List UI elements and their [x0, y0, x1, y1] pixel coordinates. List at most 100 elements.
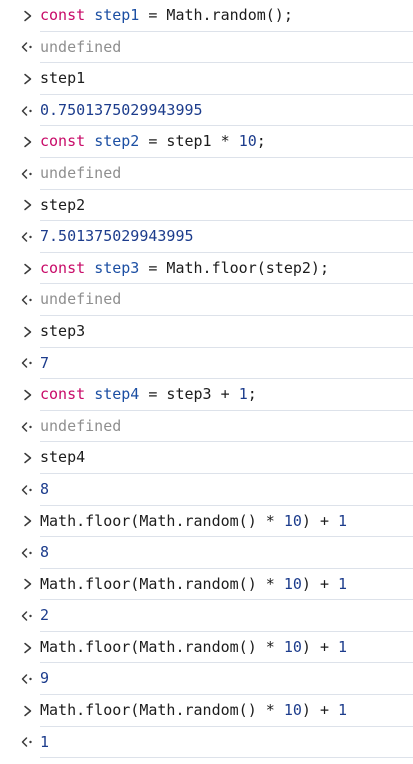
console-result: 0.7501375029943995	[40, 95, 203, 127]
console-command: Math.floor(Math.random() * 10) + 1	[40, 695, 347, 727]
console-command: step3	[40, 316, 85, 348]
console-result: 8	[40, 537, 49, 569]
code-token: const	[40, 132, 86, 151]
code-token: 1	[338, 511, 348, 530]
return-arrow-icon	[18, 95, 38, 127]
console-command: const step3 = Math.floor(step2);	[40, 253, 329, 285]
console-output-row[interactable]: 8	[0, 537, 413, 569]
console-output-row[interactable]: 0.7501375029943995	[0, 95, 413, 127]
return-arrow-icon	[18, 284, 38, 316]
code-token: undefined	[40, 37, 122, 56]
code-token: const	[40, 385, 86, 404]
code-token: step2	[94, 132, 140, 151]
code-token: 10	[238, 132, 257, 151]
console-output-row[interactable]: 7	[0, 348, 413, 380]
console-input-row[interactable]: step3	[0, 316, 413, 348]
code-token: step1	[94, 6, 140, 24]
code-token: = step3 +	[139, 385, 239, 404]
return-arrow-icon	[18, 537, 38, 569]
console-output-row[interactable]: 9	[0, 663, 413, 695]
console-command: const step1 = Math.random();	[40, 0, 293, 32]
console-command: step2	[40, 190, 85, 222]
chevron-right-icon	[18, 442, 38, 474]
code-token: 1	[338, 701, 348, 720]
code-token: 8	[40, 479, 50, 498]
code-token: ) +	[301, 574, 339, 593]
console-result: 7.501375029943995	[40, 221, 194, 253]
console-command: const step4 = step3 + 1;	[40, 379, 257, 411]
code-token: step3	[94, 258, 140, 277]
console-input-row[interactable]: Math.floor(Math.random() * 10) + 1	[0, 569, 413, 601]
console-result: 2	[40, 600, 49, 632]
console-input-row[interactable]: Math.floor(Math.random() * 10) + 1	[0, 506, 413, 538]
code-token: const	[40, 6, 86, 24]
console-input-row[interactable]: const step2 = step1 * 10;	[0, 126, 413, 158]
chevron-right-icon	[18, 0, 38, 32]
console-input-row[interactable]: Math.floor(Math.random() * 10) + 1	[0, 695, 413, 727]
code-token: Math.floor(Math.random() *	[40, 511, 284, 530]
console-result: undefined	[40, 284, 121, 316]
console-output-row[interactable]: 7.501375029943995	[0, 221, 413, 253]
console-input-row[interactable]: step2	[0, 190, 413, 222]
code-token: = Math.floor(step2);	[139, 258, 329, 277]
console-output-row[interactable]: 2	[0, 600, 413, 632]
chevron-right-icon	[18, 190, 38, 222]
console-result: 8	[40, 474, 49, 506]
code-token: undefined	[40, 290, 122, 309]
return-arrow-icon	[18, 727, 38, 759]
code-token: step3	[40, 321, 86, 340]
return-arrow-icon	[18, 158, 38, 190]
console-input-row[interactable]: const step4 = step3 + 1;	[0, 379, 413, 411]
chevron-right-icon	[18, 506, 38, 538]
code-token: 10	[283, 511, 302, 530]
console-input-row[interactable]: step4	[0, 442, 413, 474]
console-output-row[interactable]: undefined	[0, 158, 413, 190]
chevron-right-icon	[18, 569, 38, 601]
code-token: Math.floor(Math.random() *	[40, 574, 284, 593]
code-token: 0.7501375029943995	[40, 100, 203, 119]
code-token: const	[40, 258, 86, 277]
code-token: ;	[247, 385, 257, 404]
console-input-row[interactable]: const step3 = Math.floor(step2);	[0, 253, 413, 285]
return-arrow-icon	[18, 221, 38, 253]
console-command: Math.floor(Math.random() * 10) + 1	[40, 506, 347, 538]
chevron-right-icon	[18, 253, 38, 285]
return-arrow-icon	[18, 663, 38, 695]
console-result: undefined	[40, 411, 121, 443]
code-token: undefined	[40, 163, 122, 182]
console-result: undefined	[40, 32, 121, 64]
console-result: 9	[40, 663, 49, 695]
console-result: 7	[40, 348, 49, 380]
code-token: 2	[40, 606, 50, 625]
code-token: 1	[238, 385, 248, 404]
return-arrow-icon	[18, 411, 38, 443]
devtools-console: const step1 = Math.random(); undefined ste…	[0, 0, 413, 764]
console-output-row[interactable]: undefined	[0, 284, 413, 316]
chevron-right-icon	[18, 632, 38, 664]
return-arrow-icon	[18, 32, 38, 64]
code-token: 1	[338, 574, 348, 593]
code-token: Math.floor(Math.random() *	[40, 637, 284, 656]
console-output-row[interactable]: 1	[0, 727, 413, 759]
code-token: 8	[40, 543, 50, 562]
console-output-row[interactable]: undefined	[0, 411, 413, 443]
console-input-row[interactable]: step1	[0, 63, 413, 95]
console-command: step1	[40, 63, 85, 95]
code-token: ) +	[301, 511, 339, 530]
code-token: 10	[283, 701, 302, 720]
console-output-row[interactable]: 8	[0, 474, 413, 506]
code-token: ;	[256, 132, 266, 151]
return-arrow-icon	[18, 474, 38, 506]
console-output-row[interactable]: undefined	[0, 32, 413, 64]
code-token: 7	[40, 353, 50, 372]
code-token: step1	[40, 69, 86, 88]
chevron-right-icon	[18, 126, 38, 158]
console-input-row[interactable]: const step1 = Math.random();	[0, 0, 413, 32]
console-input-row[interactable]: Math.floor(Math.random() * 10) + 1	[0, 632, 413, 664]
chevron-right-icon	[18, 379, 38, 411]
code-token: ) +	[301, 701, 339, 720]
